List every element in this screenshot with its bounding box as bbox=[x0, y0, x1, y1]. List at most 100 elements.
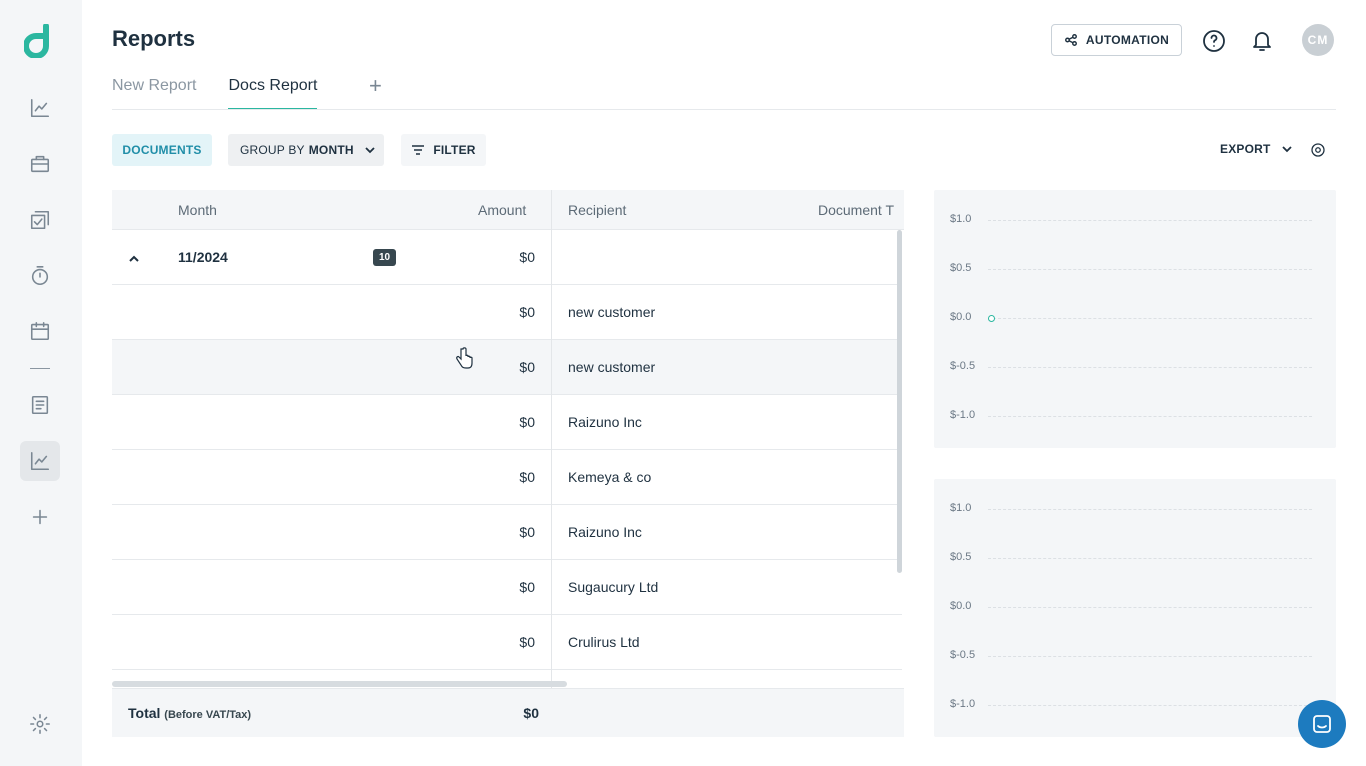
horizontal-scrollbar[interactable] bbox=[112, 681, 567, 687]
nav-dashboard-chart-icon[interactable] bbox=[20, 88, 60, 128]
automation-share-icon bbox=[1064, 34, 1077, 46]
table-row[interactable]: $0 Raizuno Inc bbox=[112, 395, 902, 450]
y-tick: $-1.0 bbox=[950, 698, 976, 710]
total-value: $0 bbox=[523, 705, 539, 721]
row-recipient: Crulirus Ltd bbox=[568, 634, 640, 650]
total-label: Total (Before VAT/Tax) bbox=[128, 705, 252, 721]
filter-icon bbox=[412, 145, 425, 155]
total-sublabel: (Before VAT/Tax) bbox=[164, 709, 252, 721]
y-tick: $0.0 bbox=[950, 600, 972, 612]
column-divider bbox=[551, 190, 552, 737]
row-amount: $0 bbox=[519, 469, 535, 485]
grid-line bbox=[988, 367, 1312, 368]
grid-line bbox=[988, 269, 1312, 270]
row-amount: $0 bbox=[519, 414, 535, 430]
nav-reports-chart-icon[interactable] bbox=[20, 441, 60, 481]
row-amount: $0 bbox=[519, 634, 535, 650]
y-tick: $0.5 bbox=[950, 262, 972, 274]
tab-docs-report[interactable]: Docs Report bbox=[228, 74, 318, 110]
chart-panel-2: $1.0 $0.5 $0.0 $-0.5 $-1.0 bbox=[934, 479, 1336, 737]
row-recipient: Raizuno Inc bbox=[568, 414, 642, 430]
grid-line bbox=[988, 558, 1312, 559]
sidebar-divider bbox=[30, 368, 50, 369]
y-tick: $-0.5 bbox=[950, 649, 976, 661]
automation-label: AUTOMATION bbox=[1085, 33, 1170, 47]
y-tick: $0.0 bbox=[950, 311, 972, 323]
row-amount: $0 bbox=[519, 304, 535, 320]
chevron-down-icon bbox=[365, 147, 375, 154]
row-recipient: Raizuno Inc bbox=[568, 524, 642, 540]
table-row[interactable]: $0 Sugaucury Ltd bbox=[112, 560, 902, 615]
chat-icon bbox=[1313, 715, 1331, 733]
group-by-prefix: GROUP BY bbox=[240, 143, 305, 157]
collapse-chevron-up-icon[interactable] bbox=[128, 252, 140, 264]
group-month: 11/2024 bbox=[178, 249, 228, 265]
chart-panel-1: $1.0 $0.5 $0.0 $-0.5 $-1.0 bbox=[934, 190, 1336, 448]
nav-calendar-icon[interactable] bbox=[20, 311, 60, 351]
automation-button[interactable]: AUTOMATION bbox=[1051, 24, 1182, 56]
nav-document-icon[interactable] bbox=[20, 385, 60, 425]
report-settings-gear-icon[interactable] bbox=[1309, 141, 1327, 159]
row-amount: $0 bbox=[519, 359, 535, 375]
tab-new-report[interactable]: New Report bbox=[112, 74, 196, 110]
hand-cursor-icon bbox=[455, 347, 473, 369]
data-point[interactable] bbox=[988, 315, 995, 322]
col-month[interactable]: Month bbox=[178, 202, 217, 218]
total-row: Total (Before VAT/Tax) $0 bbox=[112, 688, 904, 737]
y-tick: $1.0 bbox=[950, 502, 972, 514]
table-row[interactable]: $0 new customer bbox=[112, 340, 902, 395]
tabs-divider bbox=[112, 109, 1336, 110]
export-chevron-down-icon bbox=[1281, 146, 1292, 153]
row-recipient: Sugaucury Ltd bbox=[568, 579, 659, 595]
chat-launcher-button[interactable] bbox=[1298, 700, 1346, 748]
filter-button[interactable]: FILTER bbox=[401, 134, 486, 166]
table-row[interactable]: $0 new customer bbox=[112, 285, 902, 340]
col-recipient[interactable]: Recipient bbox=[568, 202, 626, 218]
nav-timer-icon[interactable] bbox=[20, 256, 60, 296]
y-tick: $0.5 bbox=[950, 551, 972, 563]
table-row[interactable]: $0 Raizuno Inc bbox=[112, 505, 902, 560]
sidebar bbox=[0, 0, 82, 766]
group-by-value: MONTH bbox=[308, 143, 354, 157]
report-tabs: New Report Docs Report bbox=[112, 74, 318, 110]
grid-line bbox=[988, 416, 1312, 417]
grid-line bbox=[988, 220, 1312, 221]
notification-bell-icon[interactable] bbox=[1250, 29, 1274, 53]
vertical-scrollbar[interactable] bbox=[897, 230, 902, 573]
report-table: Month Amount Recipient Document T 11/202… bbox=[112, 190, 904, 737]
y-tick: $-1.0 bbox=[950, 409, 976, 421]
grid-line bbox=[988, 705, 1312, 706]
row-amount: $0 bbox=[519, 524, 535, 540]
group-row[interactable]: 11/2024 10 $0 bbox=[112, 230, 902, 285]
row-amount: $0 bbox=[519, 579, 535, 595]
col-document-type[interactable]: Document T bbox=[818, 202, 894, 218]
group-count-badge: 10 bbox=[373, 249, 397, 266]
grid-line bbox=[988, 509, 1312, 510]
group-amount: $0 bbox=[519, 249, 535, 265]
row-recipient: new customer bbox=[568, 359, 656, 375]
table-row[interactable]: $0 Kemeya & co bbox=[112, 450, 902, 505]
nav-checklist-icon[interactable] bbox=[20, 200, 60, 240]
settings-gear-icon[interactable] bbox=[20, 704, 60, 744]
col-amount[interactable]: Amount bbox=[478, 202, 526, 218]
filter-label: FILTER bbox=[433, 143, 476, 157]
export-label: EXPORT bbox=[1220, 142, 1271, 156]
nav-briefcase-icon[interactable] bbox=[20, 144, 60, 184]
export-dropdown[interactable]: EXPORT bbox=[1220, 142, 1293, 156]
table-header: Month Amount Recipient Document T bbox=[112, 190, 904, 230]
app-logo[interactable] bbox=[23, 23, 56, 59]
y-tick: $-0.5 bbox=[950, 360, 976, 372]
group-by-dropdown[interactable]: GROUP BY MONTH bbox=[228, 134, 384, 166]
row-recipient: new customer bbox=[568, 304, 656, 320]
user-avatar[interactable]: CM bbox=[1302, 24, 1334, 56]
help-icon[interactable] bbox=[1202, 29, 1226, 53]
row-recipient: Kemeya & co bbox=[568, 469, 652, 485]
table-row[interactable]: $0 Crulirus Ltd bbox=[112, 615, 902, 670]
nav-add-icon[interactable] bbox=[20, 497, 60, 537]
grid-line bbox=[988, 656, 1312, 657]
documents-button[interactable]: DOCUMENTS bbox=[112, 134, 212, 166]
page-title: Reports bbox=[112, 26, 196, 51]
add-tab-plus-icon[interactable]: + bbox=[369, 75, 382, 97]
grid-line bbox=[988, 607, 1312, 608]
grid-line bbox=[988, 318, 1312, 319]
